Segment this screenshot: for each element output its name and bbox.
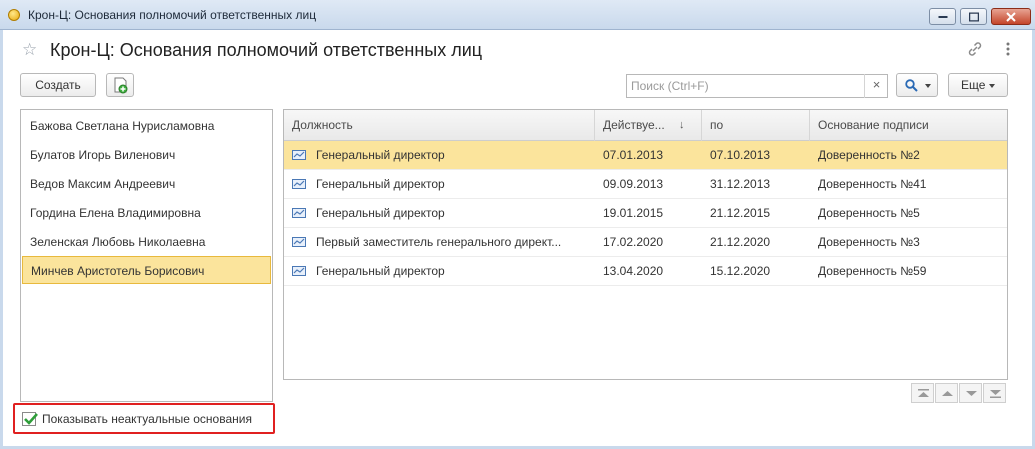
list-item[interactable]: Булатов Игорь Виленович (22, 141, 271, 169)
column-header-from[interactable]: Действуе... (595, 110, 702, 141)
cell-to: 31.12.2013 (710, 177, 771, 191)
table-header: Должность Действуе... ↓ по Основание под… (284, 110, 1007, 141)
column-header-from-label: Действуе... (603, 118, 665, 132)
table-row-selected[interactable]: Генеральный директор 07.01.2013 07.10.20… (284, 141, 1007, 170)
scroll-up-button[interactable] (935, 383, 958, 403)
cell-from: 17.02.2020 (603, 235, 664, 249)
cell-position: Первый заместитель генерального директ..… (316, 235, 562, 249)
cell-to: 15.12.2020 (710, 264, 771, 278)
table-row[interactable]: Первый заместитель генерального директ..… (284, 228, 1007, 257)
record-icon (292, 150, 306, 160)
add-document-button[interactable] (106, 73, 134, 97)
close-button[interactable] (991, 8, 1031, 25)
sort-descending-icon: ↓ (679, 119, 685, 131)
scroll-down-button[interactable] (959, 383, 982, 403)
scroll-first-button[interactable] (911, 383, 934, 403)
scroll-last-button[interactable] (983, 383, 1006, 403)
column-header-to[interactable]: по (702, 110, 810, 141)
search-icon (905, 79, 918, 92)
chevron-up-icon (942, 391, 953, 396)
search-field[interactable] (626, 74, 888, 98)
more-menu-label: Еще (961, 78, 986, 92)
list-item[interactable]: Гордина Елена Владимировна (22, 199, 271, 227)
add-document-icon (114, 77, 128, 94)
record-icon (292, 179, 306, 189)
minimize-button[interactable] (929, 8, 956, 25)
search-button[interactable] (896, 73, 938, 97)
first-page-icon (918, 389, 929, 397)
list-item[interactable]: Ведов Максим Андреевич (22, 170, 271, 198)
cell-basis: Доверенность №2 (818, 148, 920, 162)
minimize-icon (938, 15, 947, 18)
list-item[interactable]: Бажова Светлана Нурисламовна (22, 112, 271, 140)
show-inactive-label[interactable]: Показывать неактуальные основания (42, 412, 252, 426)
maximize-button[interactable] (960, 8, 987, 25)
maximize-icon (968, 12, 979, 21)
cell-basis: Доверенность №59 (818, 264, 927, 278)
table-row[interactable]: Генеральный директор 19.01.2015 21.12.20… (284, 199, 1007, 228)
column-header-position[interactable]: Должность (284, 110, 595, 141)
cell-basis: Доверенность №5 (818, 206, 920, 220)
record-icon (292, 208, 306, 218)
table-row[interactable]: Генеральный директор 13.04.2020 15.12.20… (284, 257, 1007, 286)
cell-from: 07.01.2013 (603, 148, 664, 162)
more-menu-button[interactable]: Еще (948, 73, 1008, 97)
search-clear-button[interactable]: × (864, 74, 888, 98)
page-title: Крон-Ц: Основания полномочий ответственн… (50, 40, 483, 60)
cell-basis: Доверенность №41 (818, 177, 927, 191)
search-input[interactable] (631, 77, 861, 95)
cell-position: Генеральный директор (316, 206, 445, 220)
cell-from: 19.01.2015 (603, 206, 664, 220)
authority-table[interactable]: Должность Действуе... ↓ по Основание под… (283, 109, 1008, 380)
cell-position: Генеральный директор (316, 148, 445, 162)
table-navigation (911, 383, 1007, 403)
chevron-down-icon (989, 83, 996, 88)
window-frame-left (0, 30, 3, 449)
record-icon (292, 266, 306, 276)
chevron-down-icon (925, 84, 931, 88)
record-icon (292, 237, 306, 247)
app-icon (8, 9, 20, 21)
more-vertical-icon[interactable] (1005, 40, 1011, 61)
cell-from: 13.04.2020 (603, 264, 664, 278)
checkmark-icon (24, 413, 38, 425)
favorite-star-icon[interactable]: ☆ (22, 40, 37, 60)
cell-to: 07.10.2013 (710, 148, 771, 162)
window-title: Крон-Ц: Основания полномочий ответственн… (28, 8, 317, 22)
cell-from: 09.09.2013 (603, 177, 664, 191)
cell-basis: Доверенность №3 (818, 235, 920, 249)
cell-position: Генеральный директор (316, 264, 445, 278)
cell-to: 21.12.2015 (710, 206, 771, 220)
close-icon (1006, 11, 1016, 22)
window-titlebar: Крон-Ц: Основания полномочий ответственн… (0, 0, 1035, 30)
cell-position: Генеральный директор (316, 177, 445, 191)
table-row[interactable]: Генеральный директор 09.09.2013 31.12.20… (284, 170, 1007, 199)
show-inactive-checkbox[interactable] (22, 412, 38, 426)
list-item-selected[interactable]: Минчев Аристотель Борисович (22, 256, 271, 284)
list-item[interactable]: Зеленская Любовь Николаевна (22, 228, 271, 256)
last-page-icon (990, 390, 1001, 398)
create-button[interactable]: Создать (20, 73, 96, 97)
column-header-basis[interactable]: Основание подписи (810, 110, 1007, 141)
link-icon[interactable] (966, 40, 984, 61)
chevron-down-icon (966, 391, 977, 396)
people-list[interactable]: Бажова Светлана Нурисламовна Булатов Иго… (20, 109, 273, 402)
cell-to: 21.12.2020 (710, 235, 771, 249)
